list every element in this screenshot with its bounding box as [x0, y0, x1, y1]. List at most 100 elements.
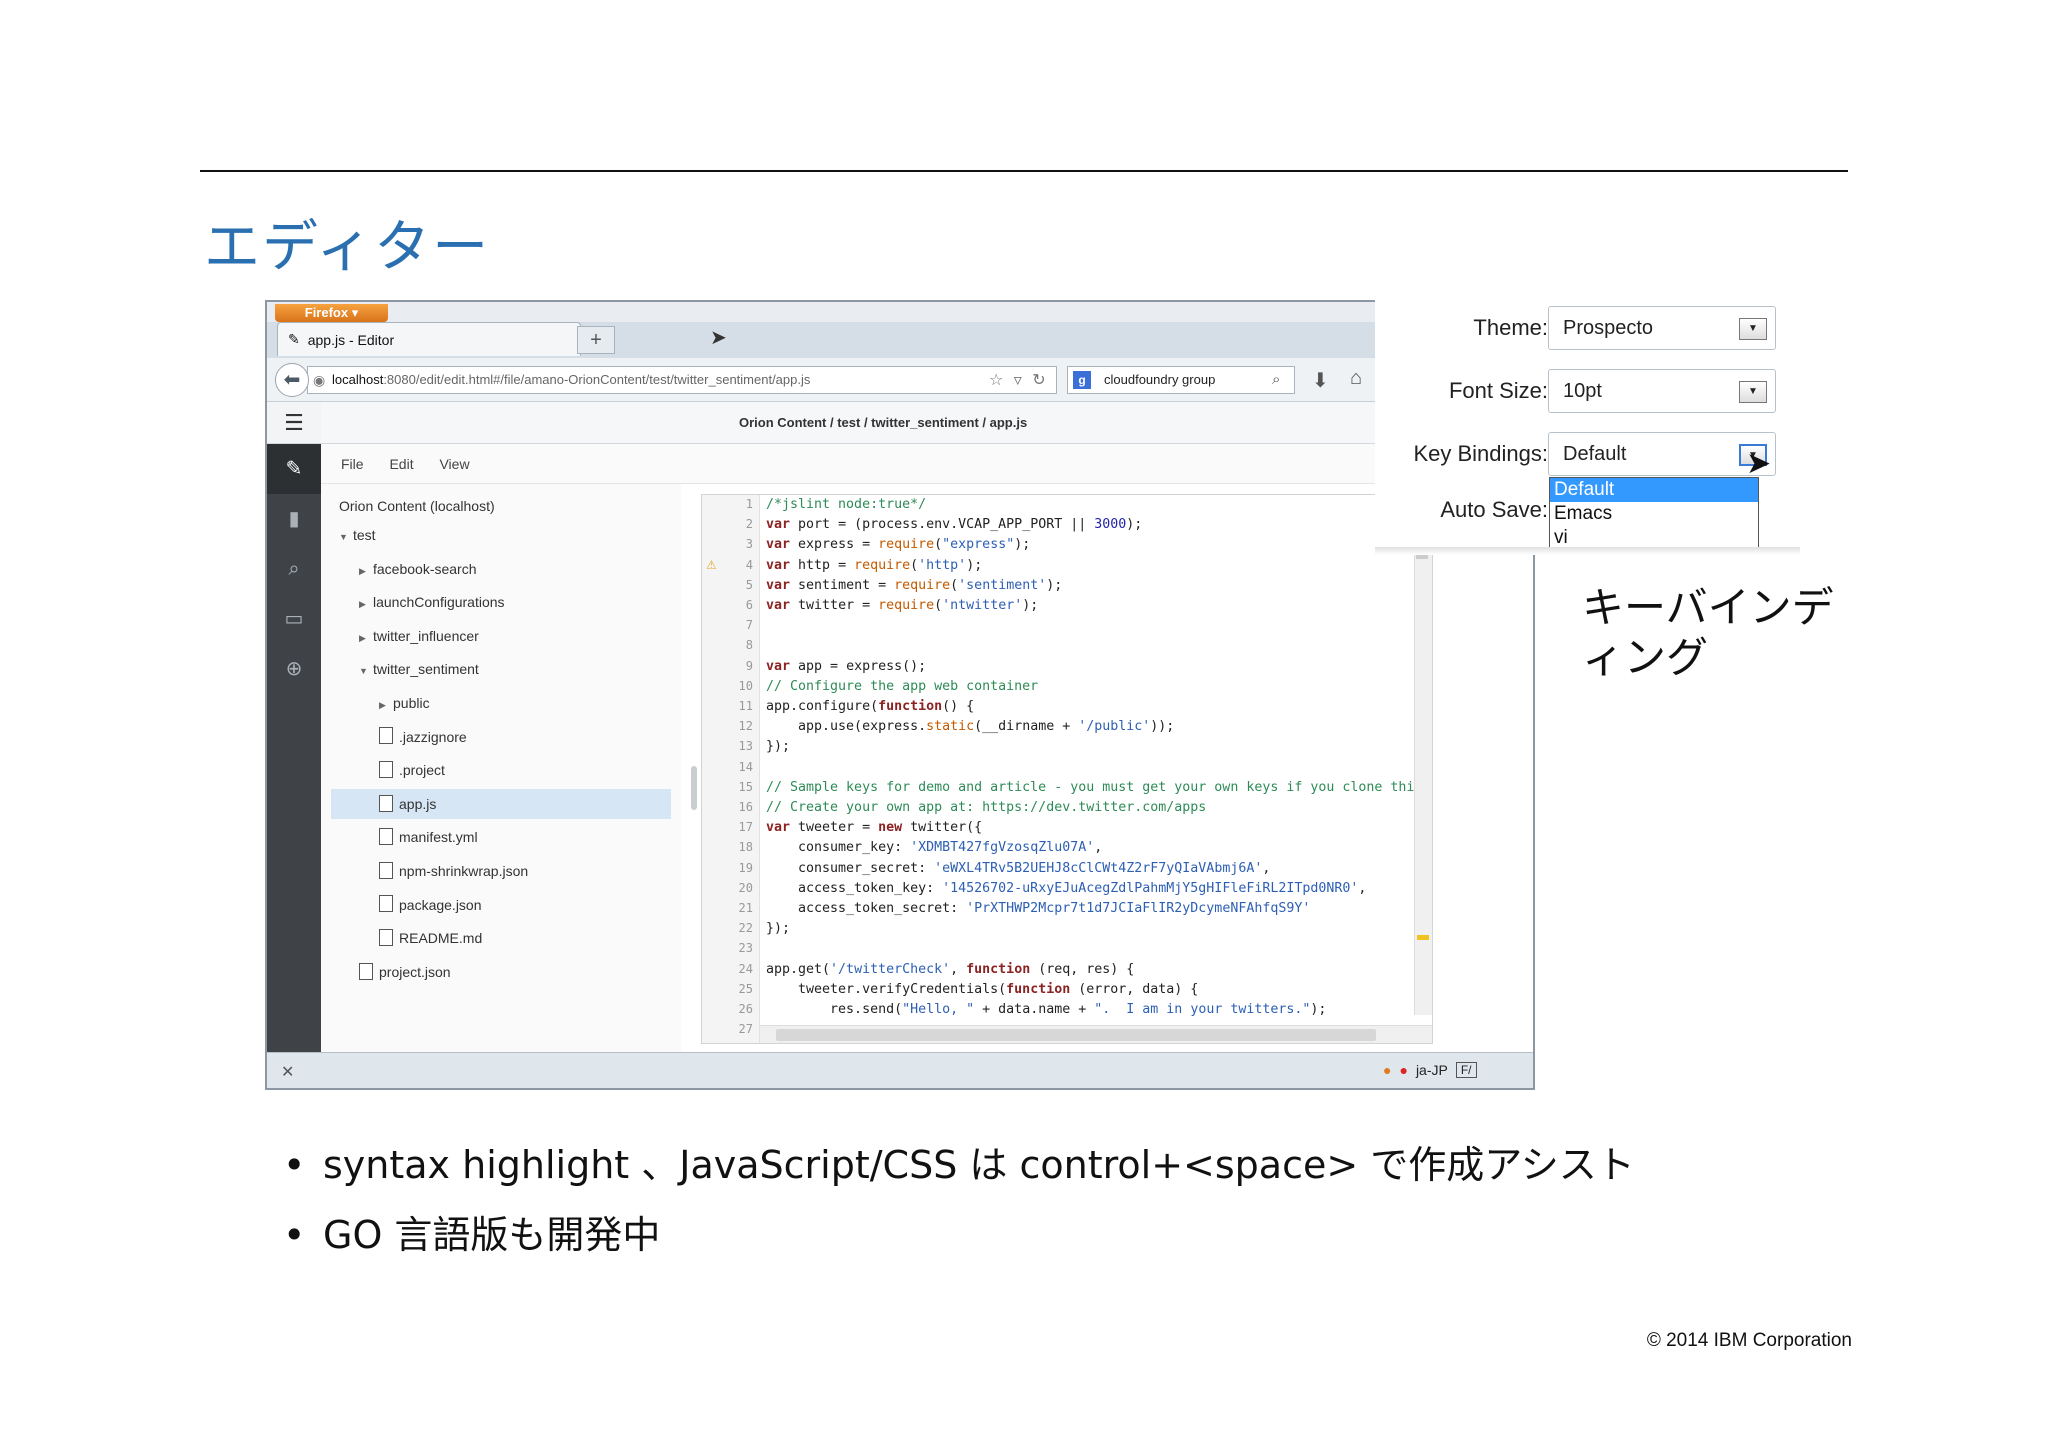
tree-item[interactable]: .project: [321, 755, 671, 785]
tree-root-label: Orion Content (localhost): [339, 498, 495, 514]
line-number: 4: [745, 557, 753, 572]
shell-icon[interactable]: ▭: [267, 594, 321, 644]
code-line[interactable]: var express = require("express");: [766, 537, 1030, 552]
chevron-down-icon[interactable]: ▼: [1739, 318, 1767, 340]
search-icon[interactable]: ⌕: [267, 544, 321, 594]
file-icon: [379, 828, 393, 846]
bookmark-star-icon[interactable]: ☆ ▿ ↻: [989, 370, 1049, 390]
code-line[interactable]: var app = express();: [766, 659, 926, 674]
annotation-marker[interactable]: [1417, 935, 1429, 940]
chevron-right-icon[interactable]: ▶: [359, 589, 373, 619]
search-icon[interactable]: ⌕: [1272, 371, 1280, 388]
key-bindings-value: Default: [1563, 443, 1627, 465]
key-bindings-select[interactable]: Default ▼: [1548, 432, 1776, 476]
option-emacs[interactable]: Emacs: [1550, 502, 1758, 526]
font-size-value: 10pt: [1563, 380, 1602, 402]
tree-item[interactable]: package.json: [321, 890, 671, 920]
search-engine-icon[interactable]: g: [1073, 371, 1091, 389]
code-line[interactable]: var sentiment = require('sentiment');: [766, 578, 1062, 593]
site-identity-icon[interactable]: ◉: [313, 372, 325, 389]
line-number: 21: [738, 901, 753, 915]
chevron-down-icon[interactable]: ▼: [1739, 381, 1767, 403]
menu-view[interactable]: View: [439, 456, 469, 472]
tree-item[interactable]: .jazzignore: [321, 722, 671, 752]
warning-icon[interactable]: ⚠: [706, 558, 717, 572]
browser-window: Firefox ▾ ✎ app.js - Editor + ➤ localhos…: [265, 300, 1535, 1090]
input-method-icon[interactable]: F/: [1455, 1062, 1477, 1078]
tree-item[interactable]: ▼ twitter_sentiment: [321, 654, 671, 684]
font-size-select[interactable]: 10pt ▼: [1548, 369, 1776, 413]
menu-file[interactable]: File: [341, 456, 364, 472]
line-number: 1: [745, 497, 753, 511]
horizontal-scrollbar[interactable]: [760, 1025, 1432, 1043]
chevron-right-icon[interactable]: ▶: [359, 556, 373, 586]
code-line[interactable]: // Configure the app web container: [766, 679, 1038, 694]
sites-globe-icon[interactable]: ⊕: [267, 644, 321, 694]
firefox-addon-icon[interactable]: ●: [1383, 1062, 1391, 1078]
line-number: 27: [738, 1022, 753, 1037]
theme-select[interactable]: Prospecto ▼: [1548, 306, 1776, 350]
chevron-down-icon[interactable]: ▼: [339, 522, 353, 552]
home-icon[interactable]: ⌂: [1350, 367, 1362, 390]
code-line[interactable]: /*jslint node:true*/: [766, 497, 926, 512]
code-line[interactable]: // Sample keys for demo and article - yo…: [766, 780, 1432, 795]
code-line[interactable]: var port = (process.env.VCAP_APP_PORT ||…: [766, 517, 1142, 532]
hamburger-menu-icon[interactable]: ☰: [267, 402, 321, 444]
url-path: :8080/edit/edit.html#/file/amano-OrionCo…: [383, 372, 811, 387]
tree-item[interactable]: ▶ launchConfigurations: [321, 587, 671, 617]
url-input[interactable]: localhost:8080/edit/edit.html#/file/aman…: [307, 366, 1057, 394]
back-button[interactable]: ⬅: [275, 363, 309, 397]
tree-item[interactable]: ▶ facebook-search: [321, 554, 671, 584]
firefox-menu-button[interactable]: Firefox ▾: [275, 304, 388, 322]
tree-item[interactable]: README.md: [321, 923, 671, 953]
chevron-right-icon[interactable]: ▶: [359, 623, 373, 653]
chevron-right-icon[interactable]: ▶: [379, 690, 393, 720]
tree-item[interactable]: npm-shrinkwrap.json: [321, 856, 671, 886]
code-line[interactable]: app.get('/twitterCheck', function (req, …: [766, 962, 1134, 977]
tree-item[interactable]: ▼ test: [321, 520, 671, 550]
edit-pencil-icon[interactable]: ✎: [267, 444, 321, 494]
repository-icon[interactable]: ▮: [267, 494, 321, 544]
tree-item[interactable]: manifest.yml: [321, 822, 671, 852]
record-icon[interactable]: ●: [1399, 1062, 1407, 1078]
file-icon: [379, 760, 393, 778]
code-line[interactable]: res.send("Hello, " + data.name + ". I am…: [766, 1002, 1326, 1017]
tree-item[interactable]: ▶ twitter_influencer: [321, 621, 671, 651]
search-input[interactable]: cloudfoundry group: [1067, 366, 1295, 394]
tab-app-js-editor[interactable]: ✎ app.js - Editor: [277, 322, 581, 356]
code-line[interactable]: consumer_key: 'XDMBT427fgVzosqZlu07A',: [766, 840, 1102, 855]
tree-item[interactable]: ▶ public: [321, 688, 671, 718]
code-line[interactable]: app.use(express.static(__dirname + '/pub…: [766, 719, 1174, 734]
menu-edit[interactable]: Edit: [389, 456, 413, 472]
new-tab-button[interactable]: +: [577, 326, 615, 354]
code-line[interactable]: access_token_secret: 'PrXTHWP2Mcpr7t1d7J…: [766, 901, 1310, 916]
code-line[interactable]: // Create your own app at: https://dev.t…: [766, 800, 1206, 815]
tree-item-selected[interactable]: app.js: [331, 788, 671, 819]
option-default[interactable]: Default: [1550, 478, 1758, 502]
code-line[interactable]: access_token_key: '14526702-uRxyEJuAcegZ…: [766, 881, 1366, 896]
close-icon[interactable]: ✕: [281, 1062, 294, 1082]
chevron-down-icon[interactable]: ▼: [359, 656, 373, 686]
code-line[interactable]: tweeter.verifyCredentials(function (erro…: [766, 982, 1198, 997]
horizontal-scroll-thumb[interactable]: [776, 1029, 1376, 1041]
line-number: 26: [738, 1002, 753, 1016]
download-icon[interactable]: ⬇: [1312, 368, 1329, 393]
vertical-scrollbar[interactable]: [1414, 495, 1432, 1015]
key-bindings-dropdown-list[interactable]: Default Emacs vi: [1549, 477, 1759, 552]
line-number: 19: [738, 860, 753, 875]
code-line[interactable]: var tweeter = new twitter({: [766, 820, 982, 835]
code-line[interactable]: var http = require('http');: [766, 558, 982, 573]
code-line[interactable]: consumer_secret: 'eWXL4TRv5B2UEHJ8cClCWt…: [766, 861, 1270, 876]
theme-label: Theme:: [1473, 315, 1548, 340]
tree-item-label: app.js: [399, 795, 437, 812]
pane-splitter[interactable]: [691, 766, 697, 810]
locale-indicator[interactable]: ja-JP: [1416, 1062, 1448, 1078]
code-editor[interactable]: 1 2 3 4 ⚠ 5 6 7 8 9 10 11 12 13 14 15 16 17 18 19 20 21 22 23 24…: [701, 494, 1433, 1044]
code-line[interactable]: var twitter = require('ntwitter');: [766, 598, 1038, 613]
line-number: 24: [738, 961, 753, 976]
line-number: 7: [745, 618, 753, 633]
code-line[interactable]: });: [766, 739, 790, 754]
code-line[interactable]: app.configure(function() {: [766, 699, 974, 714]
tree-item[interactable]: project.json: [321, 957, 671, 987]
code-line[interactable]: });: [766, 921, 790, 936]
